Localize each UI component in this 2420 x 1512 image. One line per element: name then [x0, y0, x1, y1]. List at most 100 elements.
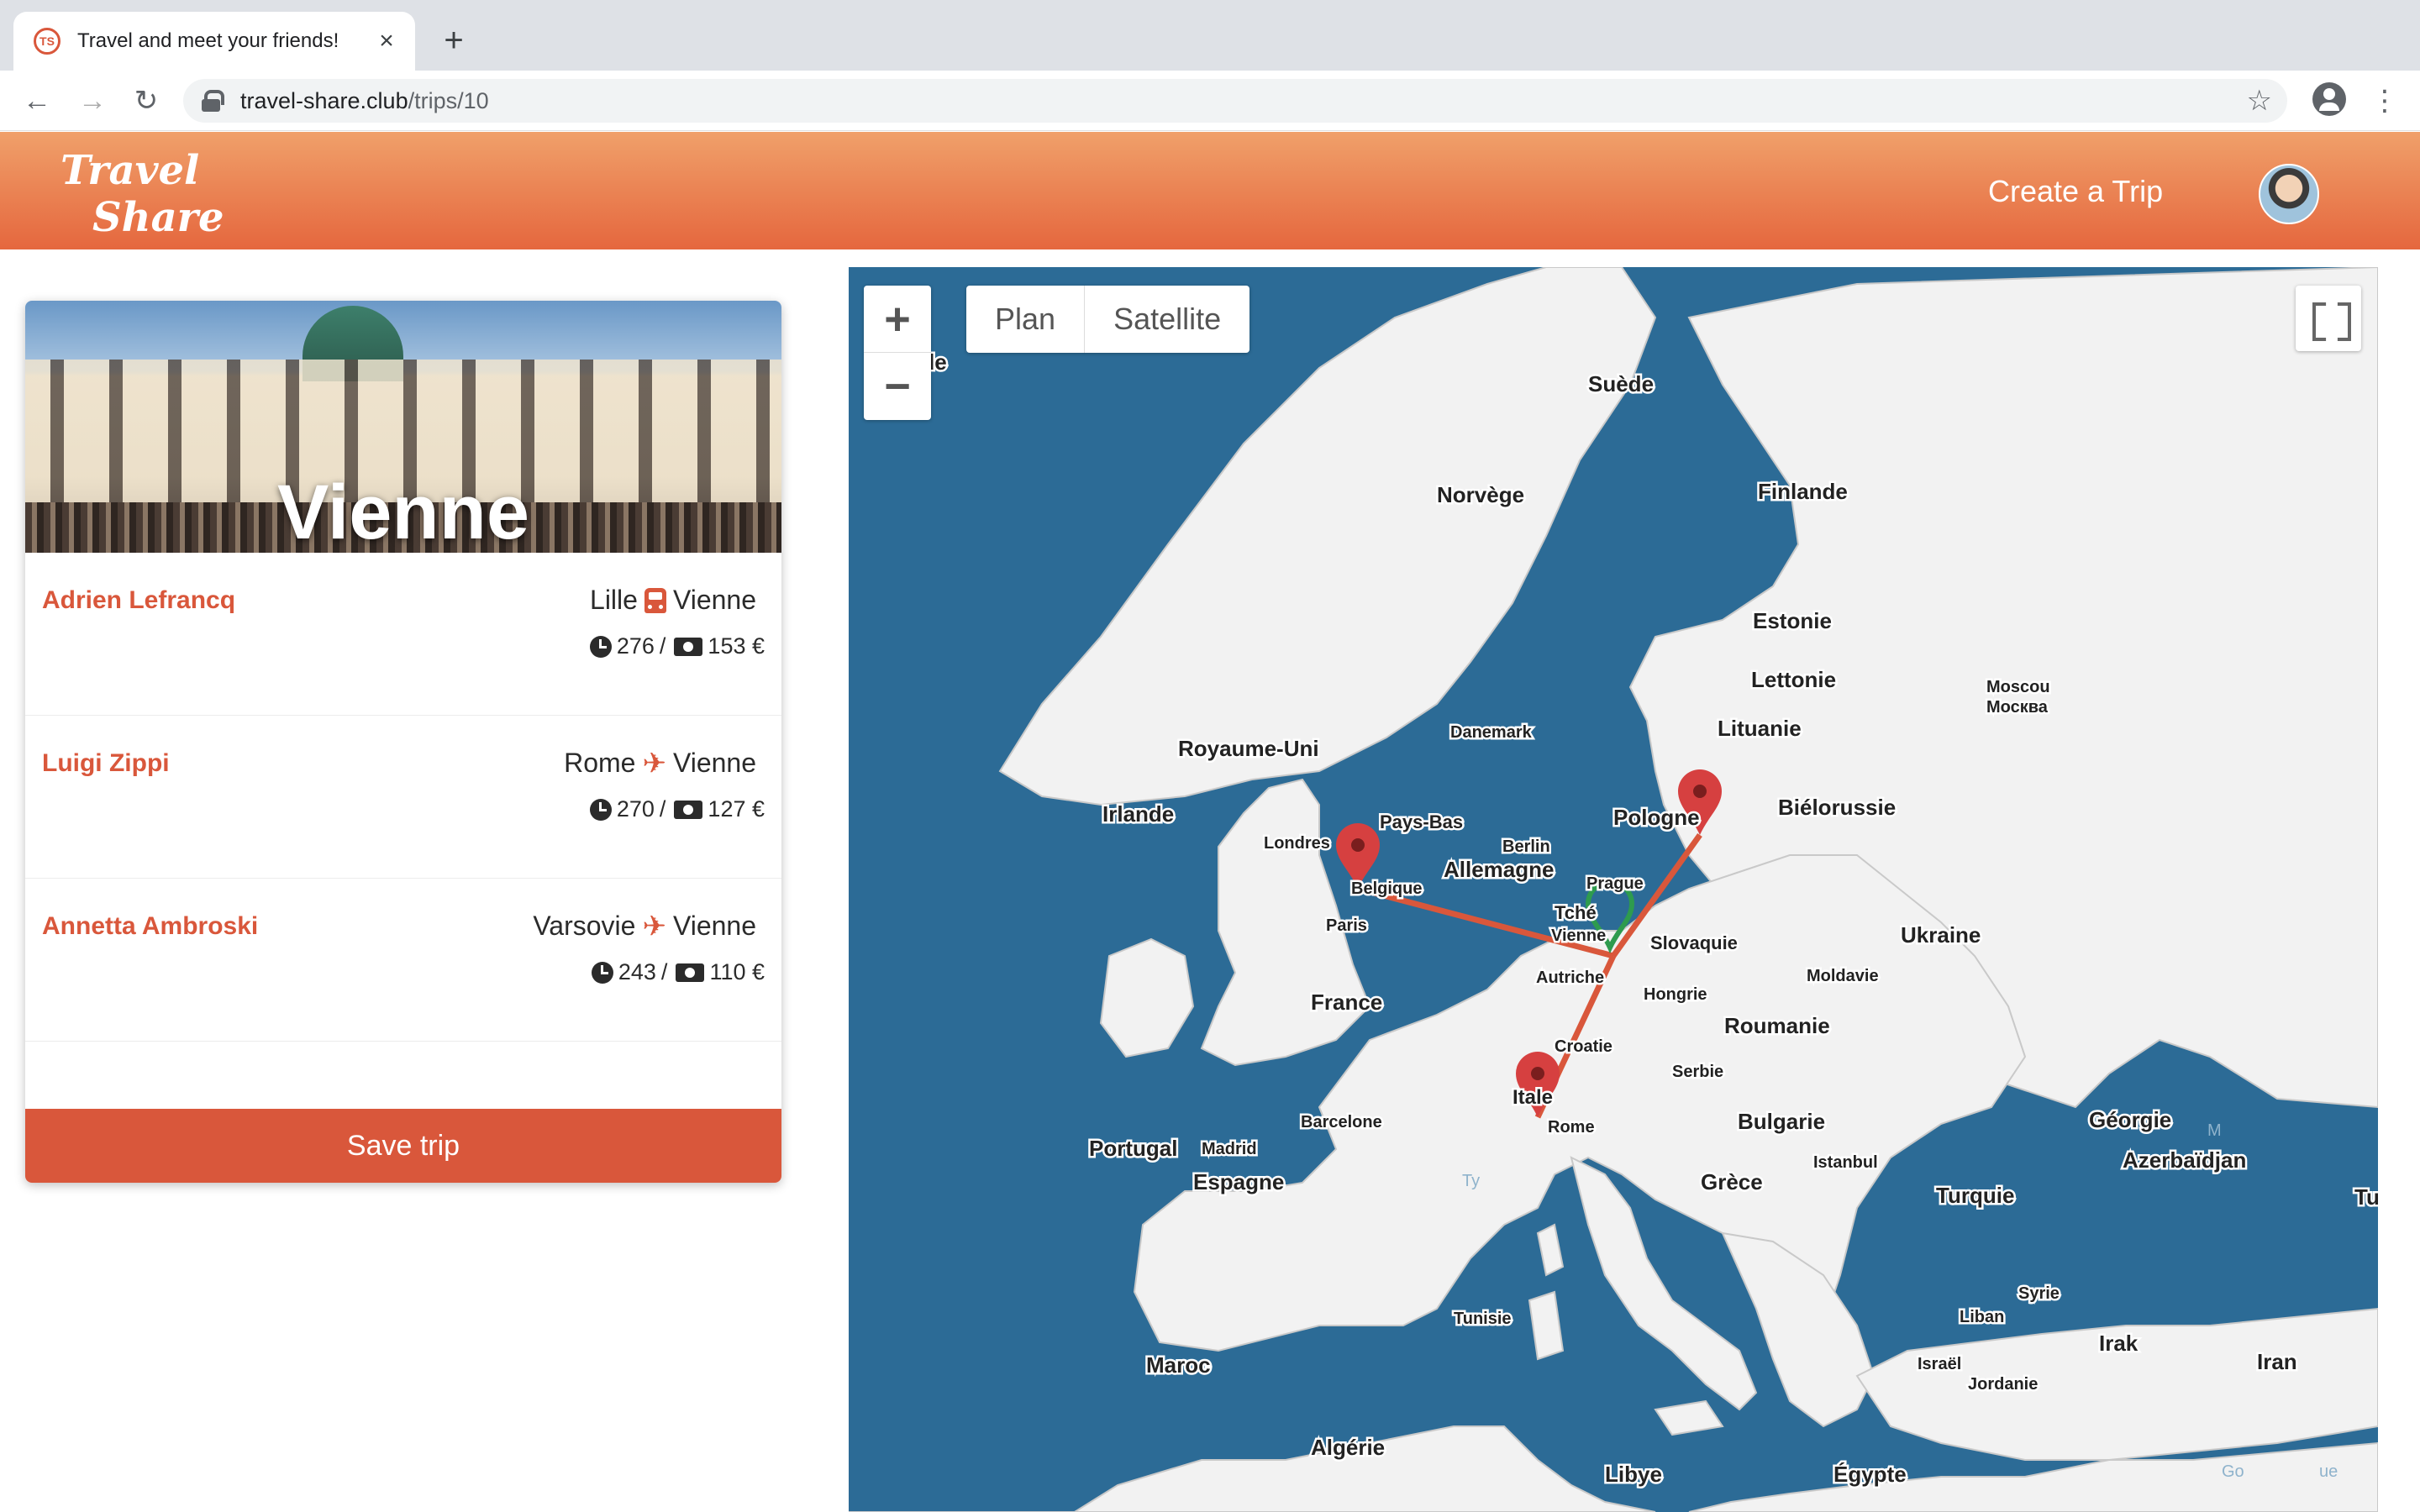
- label-conditions: ue: [2319, 1462, 2338, 1481]
- stats-separator: /: [659, 796, 666, 822]
- destination-title: Vienne: [277, 470, 529, 553]
- money-icon: [674, 637, 703, 656]
- label-rome: Rome: [1548, 1118, 1595, 1137]
- fullscreen-icon[interactable]: [2296, 286, 2361, 351]
- browser-tab-bar: TS Travel and meet your friends! × +: [0, 0, 2420, 71]
- zoom-out-button[interactable]: −: [864, 353, 931, 420]
- train-icon: [644, 587, 666, 613]
- label-belgique: Belgique: [1351, 879, 1422, 898]
- label-lettonie: Lettonie: [1751, 667, 1836, 692]
- label-estonie: Estonie: [1753, 608, 1832, 633]
- route-to: Vienne: [672, 748, 756, 778]
- label-israel: Israël: [1918, 1355, 1961, 1373]
- label-irlande: Irlande: [1102, 801, 1174, 827]
- stats-separator: /: [659, 633, 666, 659]
- label-bulgarie: Bulgarie: [1738, 1109, 1825, 1134]
- label-portugal: Portugal: [1089, 1136, 1177, 1161]
- label-google: Go: [2222, 1462, 2244, 1481]
- money-icon: [674, 800, 703, 819]
- label-iran: Iran: [2257, 1349, 2297, 1374]
- zoom-in-button[interactable]: +: [864, 286, 931, 353]
- label-syrie: Syrie: [2018, 1284, 2060, 1303]
- tab-title: Travel and meet your friends!: [77, 29, 339, 52]
- label-france: France: [1311, 990, 1382, 1015]
- new-tab-icon[interactable]: +: [437, 22, 471, 59]
- browser-tab[interactable]: TS Travel and meet your friends! ×: [13, 12, 415, 71]
- label-tunisie: Tunisie: [1454, 1310, 1512, 1328]
- label-suede: Suède: [1588, 371, 1654, 396]
- trip-card: Vienne Adrien Lefrancq Lille Vienne 276 …: [25, 301, 781, 1183]
- save-trip-button[interactable]: Save trip: [25, 1109, 781, 1183]
- clock-icon: [589, 798, 612, 821]
- label-moscou-ru: Москва: [1986, 698, 2049, 717]
- participant-name[interactable]: Annetta Ambroski: [42, 912, 258, 941]
- label-algerie: Algérie: [1311, 1435, 1385, 1460]
- label-maroc: Maroc: [1146, 1352, 1211, 1378]
- map-canvas[interactable]: ande Suède Norvège Finlande Estonie Lett…: [849, 267, 2378, 1512]
- plane-icon: ✈: [642, 910, 666, 942]
- label-moscou: Moscou: [1986, 678, 2050, 696]
- label-danemark: Danemark: [1450, 723, 1533, 742]
- trip-duration: 276: [616, 633, 655, 659]
- user-avatar[interactable]: [2259, 164, 2319, 224]
- label-tu: Tu: [2354, 1184, 2378, 1210]
- label-slovaquie: Slovaquie: [1650, 932, 1738, 953]
- app-header: Travel Share Create a Trip: [0, 132, 2420, 249]
- map-type-satellite[interactable]: Satellite: [1085, 286, 1249, 353]
- participant-row: Luigi Zippi Rome ✈ Vienne 270 / 127 €: [25, 716, 781, 879]
- stats-separator: /: [660, 959, 668, 984]
- browser-profile-icon[interactable]: [2312, 82, 2346, 116]
- label-berlin: Berlin: [1502, 837, 1550, 856]
- label-royaume-uni: Royaume-Uni: [1178, 736, 1319, 761]
- label-italie: Itale: [1512, 1086, 1553, 1109]
- plane-icon: ✈: [642, 747, 666, 780]
- label-grece: Grèce: [1701, 1169, 1763, 1194]
- clock-icon: [589, 635, 612, 658]
- label-serbie: Serbie: [1672, 1063, 1723, 1081]
- label-jordanie: Jordanie: [1968, 1375, 2038, 1394]
- trip-price: 110 €: [709, 959, 765, 984]
- close-tab-icon[interactable]: ×: [370, 24, 403, 58]
- reload-icon[interactable]: ↻: [128, 82, 165, 119]
- forward-arrow-icon[interactable]: →: [74, 82, 111, 119]
- label-norvege: Norvège: [1437, 482, 1524, 507]
- back-arrow-icon[interactable]: ←: [18, 82, 55, 119]
- label-roumanie: Roumanie: [1724, 1013, 1830, 1038]
- trip-price: 127 €: [708, 796, 765, 822]
- map-type-plan[interactable]: Plan: [966, 286, 1086, 353]
- clock-icon: [591, 961, 613, 984]
- travel-share-logo[interactable]: Travel Share: [60, 147, 224, 241]
- browser-menu-icon[interactable]: ⋮: [2368, 82, 2402, 119]
- participant-row: Annetta Ambroski Varsovie ✈ Vienne 243 /…: [25, 879, 781, 1042]
- label-barcelone: Barcelone: [1301, 1113, 1382, 1131]
- label-lituanie: Lituanie: [1718, 716, 1802, 741]
- label-croatie: Croatie: [1555, 1037, 1612, 1056]
- participant-stats: 243 / 110 €: [591, 959, 765, 985]
- site-favicon-icon: TS: [34, 28, 60, 55]
- label-vienne: Vienne: [1551, 927, 1606, 945]
- europe-map[interactable]: ande Suède Norvège Finlande Estonie Lett…: [849, 267, 2378, 1512]
- create-trip-link[interactable]: Create a Trip: [1988, 174, 2163, 209]
- route-to: Vienne: [672, 585, 756, 615]
- url-text: travel-share.club/trips/10: [240, 87, 489, 113]
- address-bar[interactable]: travel-share.club/trips/10 ☆: [183, 79, 2287, 123]
- map-type-control: Plan Satellite: [966, 286, 1250, 353]
- zoom-control: + −: [864, 286, 931, 420]
- lock-icon: [202, 90, 224, 112]
- label-hongrie: Hongrie: [1644, 985, 1707, 1004]
- label-turquie: Turquie: [1936, 1183, 2014, 1208]
- label-egypte: Égypte: [1833, 1462, 1907, 1487]
- bookmark-star-icon[interactable]: ☆: [2247, 84, 2272, 118]
- route-from: Lille: [590, 585, 638, 615]
- label-pologne: Pologne: [1613, 805, 1700, 830]
- participant-name[interactable]: Adrien Lefrancq: [42, 586, 235, 615]
- label-londres: Londres: [1264, 834, 1330, 853]
- participant-stats: 276 / 153 €: [589, 633, 765, 659]
- label-m: M: [2207, 1121, 2222, 1140]
- participant-name[interactable]: Luigi Zippi: [42, 749, 170, 778]
- destination-photo: Vienne: [25, 301, 781, 553]
- label-libye: Libye: [1605, 1462, 1662, 1487]
- route-from: Rome: [564, 748, 636, 778]
- label-liban: Liban: [1960, 1308, 2004, 1326]
- participant-row: Adrien Lefrancq Lille Vienne 276 / 153 €: [25, 553, 781, 716]
